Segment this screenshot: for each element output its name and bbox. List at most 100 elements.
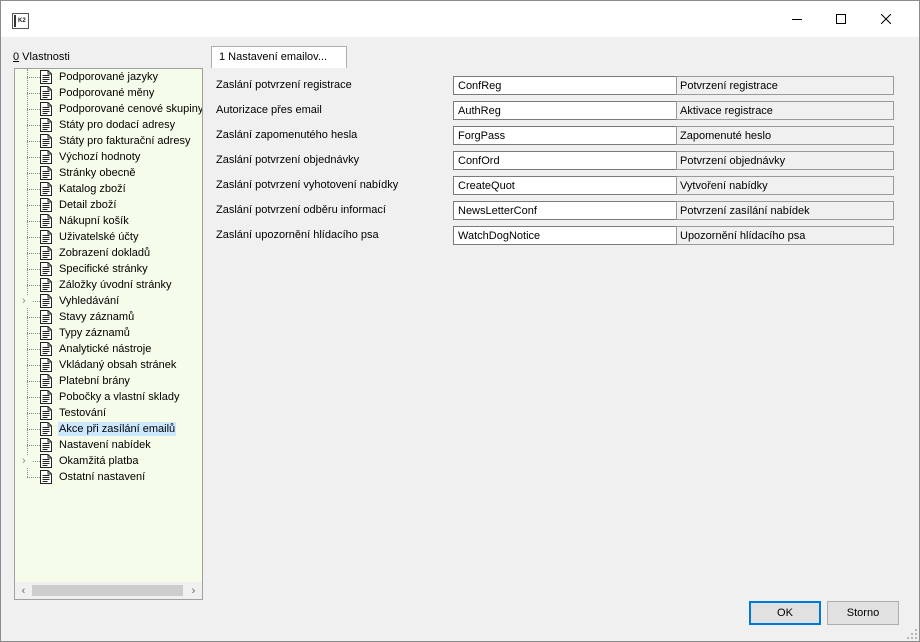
document-icon (40, 86, 52, 100)
document-icon (40, 326, 52, 340)
tree-item[interactable]: Uživatelské účty (15, 229, 202, 245)
tree-item[interactable]: Pobočky a vlastní sklady (15, 389, 202, 405)
tree-item[interactable]: Vkládaný obsah stránek (15, 357, 202, 373)
document-icon (40, 70, 52, 84)
tree-item[interactable]: Podporované jazyky (15, 69, 202, 85)
tree-item-label: Zobrazení dokladů (59, 247, 151, 259)
tree-item[interactable]: Výchozí hodnoty (15, 149, 202, 165)
tree-item[interactable]: Analytické nástroje (15, 341, 202, 357)
tree-item[interactable]: Státy pro dodací adresy (15, 117, 202, 133)
tree-horizontal-scrollbar[interactable]: ‹ › (15, 582, 202, 599)
maximize-button[interactable] (818, 1, 864, 37)
tree-branch-line (27, 157, 40, 158)
tree-item-label: Nastavení nabídek (59, 439, 151, 451)
document-icon (40, 102, 52, 116)
title-bar[interactable]: K2 (1, 1, 919, 37)
tree-item[interactable]: Zobrazení dokladů (15, 245, 202, 261)
tree-item[interactable]: Podporované cenové skupiny (15, 101, 202, 117)
template-description: Vytvoření nabídky (676, 176, 894, 195)
email-setting-row: Zaslání potvrzení registrace ConfReg Potvr… (216, 76, 896, 96)
tree-item-label: Akce při zasílání emailů (58, 422, 177, 436)
document-icon (40, 134, 52, 148)
properties-window: K2 0 Vlastnosti Podporované jazyky Podpor… (0, 0, 920, 642)
document-icon (40, 150, 52, 164)
tree-item-label: Podporované měny (59, 87, 155, 99)
tree-item-label: Podporované cenové skupiny (59, 103, 203, 115)
tree-item[interactable]: Záložky úvodní stránky (15, 277, 202, 293)
tree-branch-line (27, 109, 40, 110)
tree-item-label: Pobočky a vlastní sklady (59, 391, 180, 403)
tree-item-label: Okamžitá platba (59, 455, 139, 467)
setting-label: Zaslání upozornění hlídacího psa (216, 229, 379, 241)
template-select-value: ConfReg (458, 80, 502, 92)
tree-item[interactable]: Detail zboží (15, 197, 202, 213)
document-icon (40, 438, 52, 452)
cancel-button[interactable]: Storno (827, 601, 899, 625)
tree-branch-line (27, 381, 40, 382)
tree-item-label: Státy pro dodací adresy (59, 119, 176, 131)
tree-item-label: Katalog zboží (59, 183, 126, 195)
tree-item[interactable]: Specifické stránky (15, 261, 202, 277)
tree-item[interactable]: Testování (15, 405, 202, 421)
template-select-value: ForgPass (458, 130, 506, 142)
tree-item[interactable]: Nastavení nabídek (15, 437, 202, 453)
document-icon (40, 294, 52, 308)
tree-item[interactable]: Státy pro fakturační adresy (15, 133, 202, 149)
tree-item-label: Podporované jazyky (59, 71, 159, 83)
document-icon (40, 470, 52, 484)
tree-item-label: Typy záznamů (59, 327, 130, 339)
tree-item-label: Výchozí hodnoty (59, 151, 141, 163)
tree-item[interactable]: Ostatní nastavení (15, 469, 202, 485)
scroll-left-icon[interactable]: ‹ (15, 582, 32, 599)
tree-item[interactable]: Stavy záznamů (15, 309, 202, 325)
tree-branch-line (27, 93, 40, 94)
document-icon (40, 198, 52, 212)
close-button[interactable] (863, 1, 909, 37)
properties-tree[interactable]: Podporované jazyky Podporované měny Podpor… (14, 68, 203, 600)
tree-item-label: Státy pro fakturační adresy (59, 135, 191, 147)
tab-email-settings[interactable]: 1 Nastavení emailov... (211, 46, 347, 68)
template-description: Potvrzení objednávky (676, 151, 894, 170)
tree-item[interactable]: Platební brány (15, 373, 202, 389)
tree-item[interactable]: Podporované měny (15, 85, 202, 101)
properties-label: 0 Vlastnosti (13, 51, 70, 63)
email-setting-row: Autorizace přes email AuthReg Aktivace reg… (216, 101, 896, 121)
setting-label: Autorizace přes email (216, 104, 322, 116)
tree-item[interactable]: Stránky obecně (15, 165, 202, 181)
tree-item[interactable]: Nákupní košík (15, 213, 202, 229)
tree-branch-line (27, 477, 40, 478)
tree-item[interactable]: › Okamžitá platba (15, 453, 202, 469)
minimize-button[interactable] (774, 1, 820, 37)
scrollbar-thumb[interactable] (32, 585, 183, 596)
expand-chevron-icon[interactable]: › (22, 455, 32, 467)
tree-branch-line (27, 285, 40, 286)
ok-button[interactable]: OK (749, 601, 821, 625)
tree-branch-line (27, 173, 40, 174)
document-icon (40, 118, 52, 132)
document-icon (40, 342, 52, 356)
tree-item-label: Uživatelské účty (59, 231, 139, 243)
template-select-value: CreateQuot (458, 180, 515, 192)
tree-branch-line (27, 365, 40, 366)
resize-grip-icon[interactable] (906, 628, 918, 640)
tree-branch-line (27, 221, 40, 222)
tree-item[interactable]: Akce při zasílání emailů (15, 421, 202, 437)
tree-item-label: Stavy záznamů (59, 311, 135, 323)
document-icon (40, 262, 52, 276)
tree-item[interactable]: › Vyhledávání (15, 293, 202, 309)
document-icon (40, 454, 52, 468)
tree-branch-line (27, 141, 40, 142)
tree-item[interactable]: Katalog zboží (15, 181, 202, 197)
k2-app-icon: K2 (12, 13, 29, 29)
template-description: Aktivace registrace (676, 101, 894, 120)
tree-branch-line (27, 125, 40, 126)
template-description: Potvrzení zasílání nabídek (676, 201, 894, 220)
template-select-value: WatchDogNotice (458, 230, 541, 242)
tree-item[interactable]: Typy záznamů (15, 325, 202, 341)
expand-chevron-icon[interactable]: › (22, 295, 32, 307)
tree-item-label: Analytické nástroje (59, 343, 152, 355)
tree-branch-line (27, 317, 40, 318)
properties-label-text: Vlastnosti (19, 51, 70, 63)
scroll-right-icon[interactable]: › (185, 582, 202, 599)
close-icon (881, 14, 891, 24)
